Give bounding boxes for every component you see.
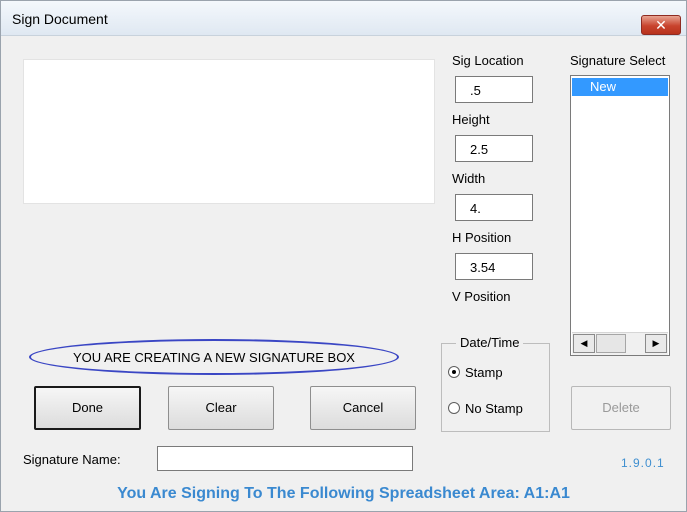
scrollbar-thumb[interactable] — [596, 334, 626, 353]
cancel-button[interactable]: Cancel — [310, 386, 416, 430]
height-field[interactable]: 2.5 — [455, 135, 533, 162]
width-label: Width — [452, 171, 486, 186]
h-position-field[interactable]: 3.54 — [455, 253, 533, 280]
signature-pad[interactable] — [23, 59, 435, 204]
stamp-label: Stamp — [465, 365, 503, 380]
horizontal-scrollbar[interactable]: ◀ ▶ — [572, 332, 668, 355]
clear-button[interactable]: Clear — [168, 386, 274, 430]
radio-selected-icon[interactable] — [448, 366, 460, 378]
scroll-right-button[interactable]: ▶ — [645, 334, 667, 353]
date-time-title: Date/Time — [456, 335, 524, 350]
signature-select-label: Signature Select — [570, 53, 666, 68]
sign-document-dialog: Sign Document ✕ Sig Location .5 Height 2… — [0, 0, 687, 512]
radio-unselected-icon[interactable] — [448, 402, 460, 414]
delete-button: Delete — [571, 386, 671, 430]
window-title: Sign Document — [12, 11, 108, 27]
notice-text: YOU ARE CREATING A NEW SIGNATURE BOX — [73, 350, 355, 365]
list-item[interactable]: New — [572, 78, 668, 96]
h-position-label: H Position — [452, 230, 512, 245]
no-stamp-label: No Stamp — [465, 401, 523, 416]
close-button[interactable]: ✕ — [641, 15, 681, 35]
sig-location-field[interactable]: .5 — [455, 76, 533, 103]
arrow-right-icon: ▶ — [652, 338, 660, 348]
spreadsheet-area-message: You Are Signing To The Following Spreads… — [117, 485, 570, 502]
width-field[interactable]: 4. — [455, 194, 533, 221]
close-icon: ✕ — [655, 17, 667, 33]
arrow-left-icon: ◀ — [580, 338, 588, 348]
notice-ellipse: YOU ARE CREATING A NEW SIGNATURE BOX — [29, 339, 399, 375]
height-label: Height — [452, 112, 490, 127]
sig-location-label: Sig Location — [452, 53, 524, 68]
scroll-left-button[interactable]: ◀ — [573, 334, 595, 353]
version-label: 1.9.0.1 — [621, 456, 665, 470]
done-button[interactable]: Done — [34, 386, 141, 430]
signature-name-input[interactable] — [157, 446, 413, 471]
date-time-group: Date/Time Stamp No Stamp — [441, 335, 550, 432]
v-position-label: V Position — [452, 289, 511, 304]
signature-select-list[interactable]: New ◀ ▶ — [570, 75, 670, 356]
signature-name-label: Signature Name: — [23, 452, 121, 467]
title-bar: Sign Document ✕ — [1, 1, 686, 36]
